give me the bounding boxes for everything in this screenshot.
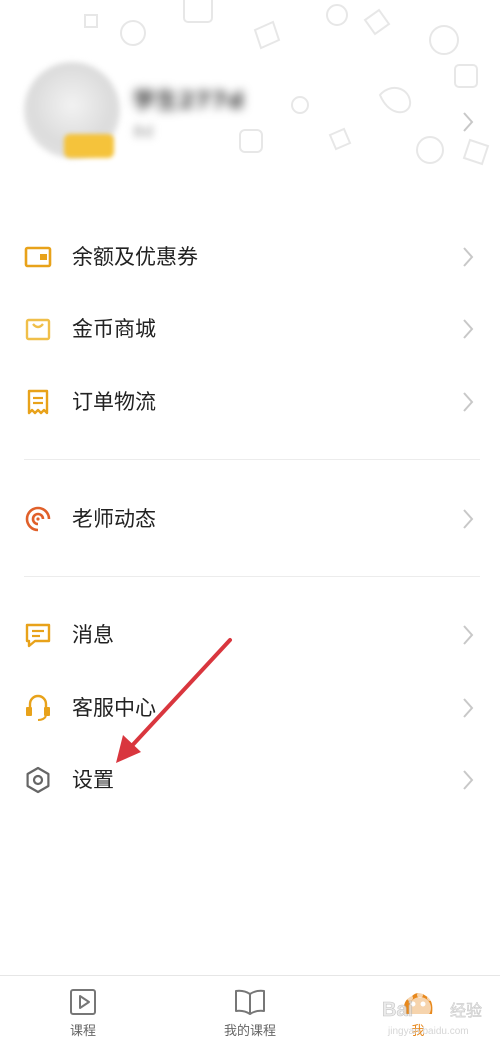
menu-item-teacher-news[interactable]: 老师动态 — [0, 490, 500, 548]
menu-item-orders[interactable]: 订单物流 — [0, 373, 500, 431]
user-subtitle: 8d — [133, 122, 154, 141]
menu-item-settings[interactable]: 设置 — [0, 751, 500, 809]
username: 学生277d — [133, 89, 245, 114]
tab-label-courses: 课程 — [69, 1024, 96, 1039]
menu-label-settings: 设置 — [72, 768, 114, 792]
shopping-bag-icon — [25, 318, 51, 341]
watermark-brand: Bai — [382, 999, 413, 1021]
spiral-icon — [25, 506, 51, 532]
chevron-right-icon — [463, 112, 474, 132]
baidu-jingyan-watermark: Bai 经验 jingyan.baidu.com — [382, 992, 482, 1037]
chevron-right-icon — [463, 625, 474, 645]
section-divider — [24, 576, 480, 577]
tab-label-my-courses: 我的课程 — [223, 1024, 276, 1039]
chevron-right-icon — [463, 392, 474, 412]
section-divider — [24, 459, 480, 460]
vip-badge — [64, 134, 114, 158]
tab-my-courses[interactable]: 我的课程 — [210, 976, 290, 1044]
open-book-icon — [235, 989, 265, 1015]
play-icon — [70, 989, 96, 1015]
watermark-brand-cn: 经验 — [450, 1001, 482, 1020]
menu-item-messages[interactable]: 消息 — [0, 606, 500, 664]
tab-courses[interactable]: 课程 — [43, 976, 123, 1044]
menu-item-customer-service[interactable]: 客服中心 — [0, 679, 500, 737]
menu-label-coin-mall: 金币商城 — [72, 317, 156, 341]
watermark-url: jingyan.baidu.com — [387, 1026, 469, 1037]
menu-label-customer-service: 客服中心 — [72, 696, 156, 720]
menu-item-balance[interactable]: 余额及优惠券 — [0, 228, 500, 286]
wallet-icon — [24, 246, 52, 268]
menu-label-balance: 余额及优惠券 — [72, 245, 198, 269]
chevron-right-icon — [463, 770, 474, 790]
headset-icon — [26, 694, 50, 721]
hexagon-gear-icon — [26, 766, 50, 794]
chevron-right-icon — [463, 698, 474, 718]
chevron-right-icon — [463, 247, 474, 267]
chevron-right-icon — [463, 509, 474, 529]
profile-header[interactable]: 学生277d 8d — [0, 0, 500, 205]
chevron-right-icon — [463, 319, 474, 339]
menu-item-coin-mall[interactable]: 金币商城 — [0, 300, 500, 358]
menu-label-teacher-news: 老师动态 — [72, 507, 156, 531]
menu-label-messages: 消息 — [72, 623, 114, 647]
receipt-icon — [27, 389, 49, 415]
chat-bubble-icon — [25, 623, 51, 648]
menu-label-orders: 订单物流 — [72, 390, 156, 414]
